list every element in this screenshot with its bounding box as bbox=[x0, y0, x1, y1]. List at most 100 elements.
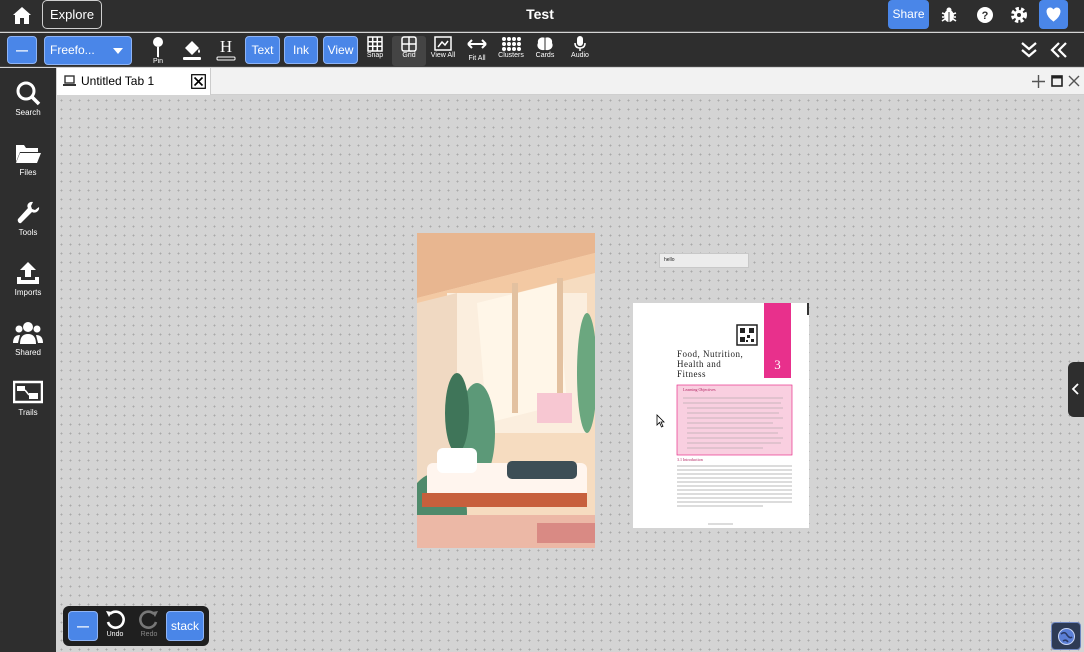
fit-all-tool[interactable]: Fit All bbox=[460, 36, 494, 66]
add-tab-icon[interactable] bbox=[1032, 75, 1045, 88]
redo-icon bbox=[139, 610, 158, 629]
mode-dropdown[interactable]: Freefo... bbox=[44, 36, 132, 65]
close-tab-icon[interactable] bbox=[191, 74, 206, 89]
trails-icon bbox=[13, 380, 43, 404]
stack-button[interactable]: stack bbox=[166, 611, 204, 641]
clusters-label: Clusters bbox=[498, 52, 524, 59]
ink-button[interactable]: Ink bbox=[284, 36, 318, 64]
fill-tool[interactable] bbox=[175, 36, 209, 66]
sidebar-item-imports[interactable]: Imports bbox=[0, 260, 56, 312]
doc-chapter-number: 3 bbox=[774, 357, 781, 372]
pin-tool[interactable]: Pin bbox=[141, 36, 175, 66]
mode-dropdown-value: Freefo... bbox=[50, 43, 95, 57]
svg-text:?: ? bbox=[982, 10, 989, 22]
mouse-cursor-icon bbox=[656, 414, 665, 428]
upload-icon bbox=[17, 262, 39, 284]
heart-icon bbox=[1046, 7, 1061, 22]
text-note[interactable]: hello bbox=[659, 253, 749, 268]
microphone-icon bbox=[574, 36, 586, 51]
pin-label: Pin bbox=[152, 58, 164, 65]
toolbar: — Freefo... Pin H Text Ink View Snap Gri… bbox=[0, 33, 1084, 67]
laptop-icon bbox=[63, 75, 76, 86]
bottom-toolbar: — Undo Redo stack bbox=[63, 606, 209, 646]
search-icon bbox=[16, 81, 41, 106]
sidebar-item-trails[interactable]: Trails bbox=[0, 380, 56, 432]
sidebar-item-label: Tools bbox=[18, 228, 38, 237]
bug-icon[interactable] bbox=[939, 5, 959, 25]
pin-icon bbox=[153, 37, 163, 57]
clusters-tool[interactable]: Clusters bbox=[494, 36, 528, 66]
chevron-down-icon bbox=[113, 48, 123, 54]
fit-all-arrows-icon bbox=[467, 39, 487, 49]
undo-icon bbox=[106, 610, 125, 629]
help-icon[interactable]: ? bbox=[975, 5, 995, 25]
sidebar-item-label: Imports bbox=[14, 288, 42, 297]
sidebar-item-label: Shared bbox=[15, 348, 41, 357]
chevron-left-icon bbox=[1071, 383, 1079, 395]
heading-icon: H bbox=[216, 37, 236, 61]
explore-button[interactable]: Explore bbox=[42, 0, 103, 29]
view-all-label: View All bbox=[430, 52, 456, 59]
cards-brain-icon bbox=[537, 37, 553, 51]
sidebar-item-tools[interactable]: Tools bbox=[0, 200, 56, 252]
doc-objectives-heading: Learning Objectives bbox=[683, 387, 716, 392]
doc-chapter-title: Food, Nutrition, Health and Fitness bbox=[677, 349, 743, 379]
doc-title-line: Fitness bbox=[677, 369, 707, 379]
sidebar-item-label: Search bbox=[15, 108, 41, 117]
sidebar-item-label: Files bbox=[19, 168, 37, 177]
sidebar: Search Files Tools Imports Shared Trails bbox=[0, 68, 56, 652]
header-tool[interactable]: H bbox=[209, 36, 243, 66]
sidebar-item-files[interactable]: Files bbox=[0, 140, 56, 192]
cards-label: Cards bbox=[535, 52, 555, 59]
redo-button[interactable]: Redo bbox=[132, 609, 166, 639]
right-panel-toggle[interactable] bbox=[1068, 362, 1084, 417]
globe-icon bbox=[1058, 628, 1075, 645]
minimap-button[interactable] bbox=[1051, 622, 1081, 650]
top-bar: Explore Test Share ? bbox=[0, 0, 1084, 32]
snap-label: Snap bbox=[366, 52, 384, 59]
view-all-tool[interactable]: View All bbox=[426, 36, 460, 66]
text-button[interactable]: Text bbox=[245, 36, 280, 64]
audio-tool[interactable]: Audio bbox=[563, 36, 597, 66]
double-chevron-down-icon[interactable] bbox=[1019, 40, 1039, 60]
settings-gear-icon[interactable] bbox=[1009, 5, 1029, 25]
tab-bar: Untitled Tab 1 bbox=[57, 68, 1084, 95]
sidebar-item-label: Trails bbox=[18, 408, 38, 417]
doc-section-heading: 3.1 Introduction bbox=[677, 457, 703, 462]
svg-text:H: H bbox=[220, 37, 232, 56]
redo-label: Redo bbox=[140, 631, 158, 638]
doc-title-line: Food, Nutrition, bbox=[677, 349, 744, 359]
collapse-button[interactable]: — bbox=[7, 36, 37, 64]
grid-label: Grid bbox=[402, 52, 416, 59]
close-pane-icon[interactable] bbox=[1068, 75, 1080, 87]
fit-all-label: Fit All bbox=[468, 55, 486, 62]
doc-title-line: Health and bbox=[677, 359, 722, 369]
audio-label: Audio bbox=[571, 52, 589, 59]
cards-tool[interactable]: Cards bbox=[528, 36, 562, 66]
view-all-icon bbox=[434, 36, 452, 51]
grid-icon bbox=[401, 36, 417, 52]
paint-bucket-icon bbox=[183, 41, 201, 60]
snap-tool[interactable]: Snap bbox=[358, 36, 392, 66]
wrench-icon bbox=[17, 201, 40, 224]
collapse-bottom-button[interactable]: — bbox=[68, 611, 98, 641]
tab-untitled-1[interactable]: Untitled Tab 1 bbox=[57, 68, 211, 95]
favorite-button[interactable] bbox=[1039, 0, 1068, 29]
view-button[interactable]: View bbox=[323, 36, 358, 64]
double-chevron-left-icon[interactable] bbox=[1049, 40, 1069, 60]
tab-title: Untitled Tab 1 bbox=[81, 74, 155, 88]
grid-tool[interactable]: Grid bbox=[392, 36, 426, 66]
sidebar-item-shared[interactable]: Shared bbox=[0, 320, 56, 372]
bedroom-illustration-image[interactable] bbox=[417, 233, 595, 548]
page-title: Test bbox=[526, 6, 554, 22]
undo-label: Undo bbox=[106, 631, 124, 638]
users-icon bbox=[13, 322, 43, 344]
share-button[interactable]: Share bbox=[888, 0, 929, 29]
sidebar-item-search[interactable]: Search bbox=[0, 80, 56, 132]
clusters-icon bbox=[502, 37, 521, 51]
home-icon[interactable] bbox=[10, 4, 34, 28]
undo-button[interactable]: Undo bbox=[98, 609, 132, 639]
maximize-icon[interactable] bbox=[1051, 75, 1063, 87]
folder-icon bbox=[16, 145, 41, 163]
snap-grid-icon bbox=[367, 36, 383, 52]
